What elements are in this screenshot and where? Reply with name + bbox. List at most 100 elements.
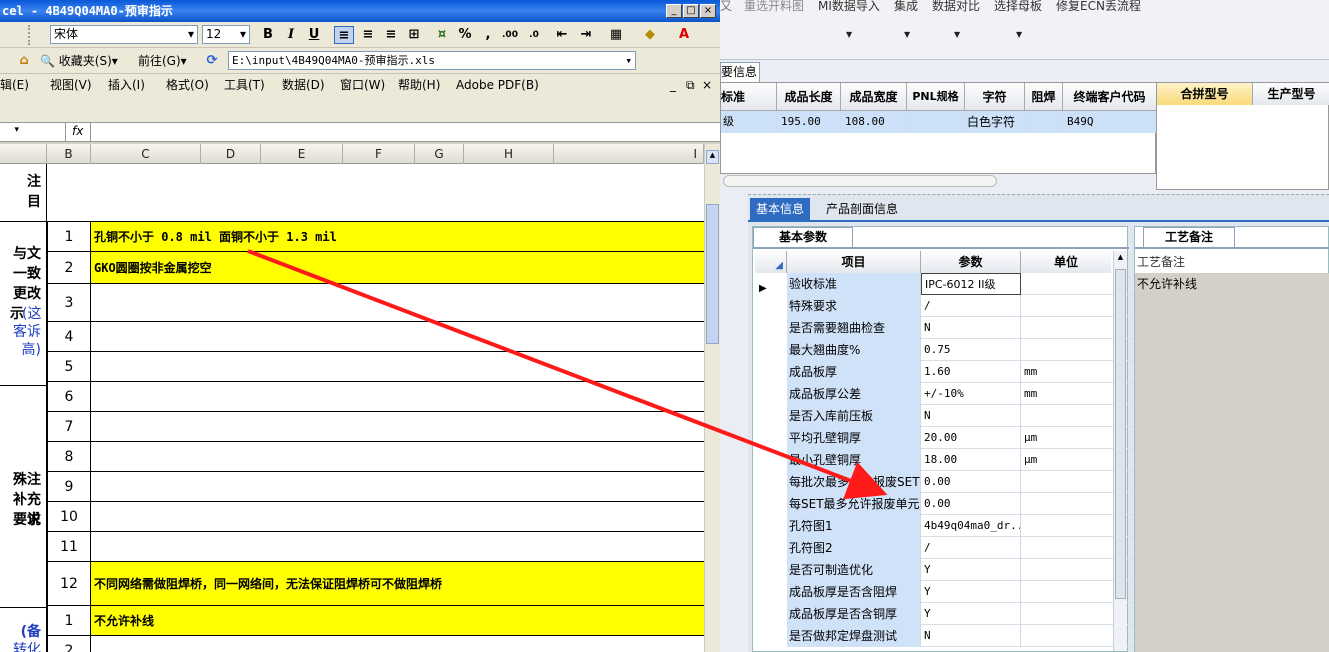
row-number-cell[interactable]: 12 bbox=[47, 562, 91, 605]
close-icon[interactable]: × bbox=[700, 4, 716, 18]
note-cell[interactable] bbox=[91, 322, 704, 351]
menu-select-mother-board[interactable]: 选择母板 bbox=[994, 0, 1042, 14]
param-row[interactable]: 是否需要翘曲检查 N bbox=[787, 317, 1165, 339]
param-value[interactable]: 18.00 bbox=[921, 449, 1021, 471]
column-header-e[interactable]: E bbox=[261, 144, 343, 164]
param-value[interactable]: 20.00 bbox=[921, 427, 1021, 449]
align-right-button[interactable]: ≡ bbox=[381, 26, 401, 44]
merged-cell-a2[interactable]: 殊注 补充说 要求 bbox=[0, 386, 47, 608]
grid-header[interactable]: 标准 bbox=[721, 83, 777, 111]
menu-format[interactable]: 格式(O) bbox=[166, 74, 209, 96]
param-value[interactable]: 4b49q04ma0_dr... bbox=[921, 515, 1021, 537]
row-number-cell[interactable]: 1 bbox=[47, 222, 91, 251]
column-header-i[interactable]: I bbox=[554, 144, 704, 164]
scroll-up-icon[interactable]: ▲ bbox=[1115, 253, 1126, 265]
param-value[interactable]: 0.75 bbox=[921, 339, 1021, 361]
param-row[interactable]: 是否入库前压板 N bbox=[787, 405, 1165, 427]
font-color-icon[interactable]: A bbox=[674, 26, 694, 44]
chevron-down-icon[interactable]: ▼ bbox=[954, 30, 960, 39]
note-cell[interactable] bbox=[91, 442, 704, 471]
column-header-d[interactable]: D bbox=[201, 144, 261, 164]
menu-help[interactable]: 帮助(H) bbox=[398, 74, 440, 96]
param-value[interactable]: 0.00 bbox=[921, 493, 1021, 515]
param-value[interactable]: 1.60 bbox=[921, 361, 1021, 383]
menu-edit[interactable]: 辑(E) bbox=[0, 74, 29, 96]
column-header-c[interactable]: C bbox=[91, 144, 201, 164]
grid-header[interactable]: 生产型号 bbox=[1253, 83, 1329, 105]
param-row[interactable]: 是否做邦定焊盘测试 N bbox=[787, 625, 1165, 647]
merged-cell-a1[interactable]: 与文 一致 更改 示 (这 客诉 高) bbox=[0, 222, 47, 386]
row-number-cell[interactable]: 7 bbox=[47, 412, 91, 441]
decrease-indent-button[interactable]: ⇤ bbox=[552, 26, 572, 44]
note-cell[interactable] bbox=[91, 352, 704, 381]
note-cell[interactable] bbox=[91, 412, 704, 441]
grid-cell[interactable]: 108.00 bbox=[841, 111, 907, 133]
scroll-up-icon[interactable]: ▲ bbox=[706, 150, 719, 164]
decrease-decimal-button[interactable]: .0 bbox=[524, 26, 544, 44]
param-unit[interactable] bbox=[1021, 405, 1109, 427]
row-number-cell[interactable]: 5 bbox=[47, 352, 91, 381]
note-cell[interactable]: GKO圆圈按非金属挖空 bbox=[91, 252, 704, 283]
align-left-button[interactable]: ≡ bbox=[334, 26, 354, 44]
param-unit[interactable]: mm bbox=[1021, 361, 1109, 383]
row-number-cell[interactable]: 3 bbox=[47, 284, 91, 321]
increase-decimal-button[interactable]: .00 bbox=[500, 26, 520, 44]
param-header-value[interactable]: 参数 bbox=[921, 251, 1021, 273]
minimize-icon[interactable]: _ bbox=[666, 4, 682, 18]
menu-fix-ecn[interactable]: 修复ECN丢流程 bbox=[1056, 0, 1141, 14]
param-unit[interactable] bbox=[1021, 493, 1109, 515]
row-number-cell[interactable]: 2 bbox=[47, 252, 91, 283]
param-value[interactable]: IPC-6012 II级 bbox=[921, 273, 1021, 295]
param-header-item[interactable]: 项目 bbox=[787, 251, 921, 273]
param-row[interactable]: 最大翘曲度% 0.75 bbox=[787, 339, 1165, 361]
param-unit[interactable] bbox=[1021, 273, 1109, 295]
note-cell[interactable] bbox=[91, 382, 704, 411]
param-unit[interactable]: μm bbox=[1021, 427, 1109, 449]
row-number-cell[interactable]: 10 bbox=[47, 502, 91, 531]
italic-button[interactable]: I bbox=[281, 26, 301, 44]
param-row[interactable]: 验收标准 IPC-6012 II级 bbox=[787, 273, 1165, 295]
param-row[interactable]: 成品板厚是否含铜厚 Y bbox=[787, 603, 1165, 625]
param-row[interactable]: 每批次最多允许报废SET 0.00 bbox=[787, 471, 1165, 493]
grid-cell[interactable]: 级 bbox=[721, 111, 777, 133]
menu-data[interactable]: 数据(D) bbox=[282, 74, 325, 96]
increase-indent-button[interactable]: ⇥ bbox=[576, 26, 596, 44]
fill-color-icon[interactable]: ◆ bbox=[640, 26, 660, 44]
param-value[interactable]: N bbox=[921, 625, 1021, 647]
param-value[interactable]: N bbox=[921, 405, 1021, 427]
param-unit[interactable]: mm bbox=[1021, 383, 1109, 405]
row-number-cell[interactable]: 6 bbox=[47, 382, 91, 411]
param-row[interactable]: 每SET最多允许报废单元 0.00 bbox=[787, 493, 1165, 515]
goto-menu[interactable]: 前往(G)▾ bbox=[138, 53, 187, 69]
doc-minimize-icon[interactable]: _ bbox=[670, 78, 676, 92]
param-value[interactable]: N bbox=[921, 317, 1021, 339]
grid-cell[interactable]: B49Q bbox=[1063, 111, 1157, 133]
column-header-a[interactable] bbox=[0, 144, 47, 164]
grid-header[interactable]: 成品宽度 bbox=[841, 83, 907, 111]
note-cell[interactable]: 不允许补线 bbox=[91, 606, 704, 635]
grid-header[interactable]: 合拼型号 bbox=[1157, 83, 1253, 105]
column-header-b[interactable]: B bbox=[47, 144, 91, 164]
menu-mi-import[interactable]: MI数据导入 bbox=[818, 0, 880, 14]
note-cell[interactable]: 不同网络需做阻焊桥，同一网络间，无法保证阻焊桥可不做阻焊桥 bbox=[91, 562, 704, 605]
note-cell[interactable] bbox=[91, 284, 704, 321]
param-value[interactable]: 0.00 bbox=[921, 471, 1021, 493]
menu-adobe-pdf[interactable]: Adobe PDF(B) bbox=[456, 74, 539, 96]
menu-reselect-cutting[interactable]: 重选开料图 bbox=[744, 0, 804, 14]
param-unit[interactable] bbox=[1021, 471, 1109, 493]
subtab-process-notes[interactable]: 工艺备注 bbox=[1143, 227, 1235, 247]
param-value[interactable]: Y bbox=[921, 581, 1021, 603]
tab-profile-info[interactable]: 产品剖面信息 bbox=[820, 198, 904, 220]
tab-summary[interactable]: 要信息 bbox=[720, 62, 760, 82]
param-unit[interactable] bbox=[1021, 581, 1109, 603]
column-header-h[interactable]: H bbox=[464, 144, 554, 164]
menu-data-compare[interactable]: 数据对比 bbox=[932, 0, 980, 14]
param-value[interactable]: Y bbox=[921, 559, 1021, 581]
menu-insert[interactable]: 插入(I) bbox=[108, 74, 145, 96]
align-center-button[interactable]: ≡ bbox=[358, 26, 378, 44]
chevron-down-icon[interactable]: ▼ bbox=[1016, 30, 1022, 39]
scroll-thumb[interactable] bbox=[1115, 269, 1126, 599]
borders-icon[interactable]: ▦ bbox=[606, 26, 626, 44]
row-number-cell[interactable]: 2 bbox=[47, 636, 91, 652]
param-unit[interactable] bbox=[1021, 317, 1109, 339]
